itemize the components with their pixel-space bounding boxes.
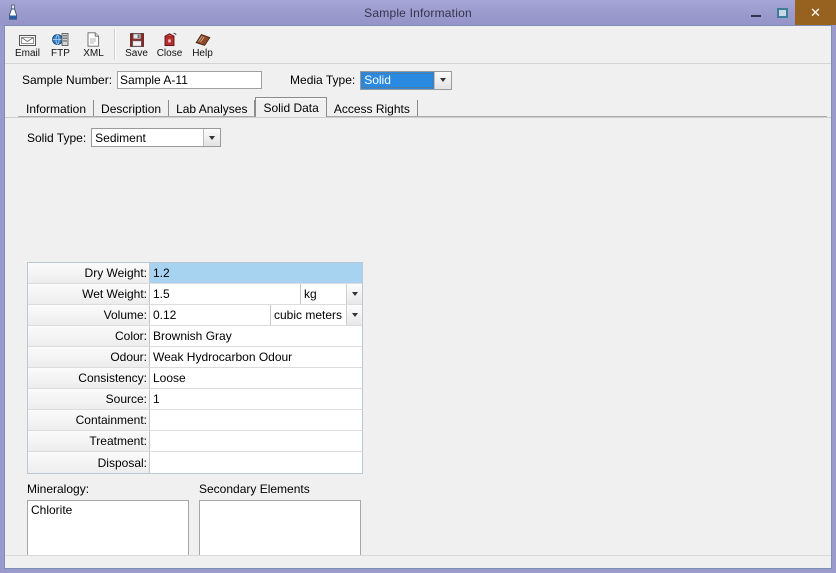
toolbar-button-save[interactable]: Save <box>120 26 153 63</box>
close-button[interactable]: ✕ <box>795 0 836 25</box>
title-bar[interactable]: Sample Information ✕ <box>0 0 836 25</box>
toolbar-label-ftp: FTP <box>51 47 70 59</box>
table-row[interactable]: Disposal: <box>28 452 362 473</box>
ftp-server-icon <box>52 31 70 47</box>
chevron-down-icon[interactable] <box>434 71 452 89</box>
application-window: Sample Information ✕ Email FTP XML Save … <box>0 0 836 573</box>
tab-label-description: Description <box>101 102 162 116</box>
chevron-down-icon[interactable] <box>346 305 362 325</box>
table-row[interactable]: Odour: Weak Hydrocarbon Odour <box>28 347 362 368</box>
secondary-elements-column: Secondary Elements <box>199 482 361 555</box>
sample-flask-icon <box>0 0 26 25</box>
help-book-icon <box>194 31 212 47</box>
toolbar-separator <box>114 29 116 60</box>
unit-value-volume: cubic meters <box>274 308 343 322</box>
xml-document-icon <box>85 31 103 47</box>
list-item[interactable]: Chlorite <box>30 503 188 518</box>
mineralogy-column: Mineralogy: Chlorite <box>27 482 189 555</box>
tab-label-access-rights: Access Rights <box>333 102 410 116</box>
row-value-consistency[interactable]: Loose <box>150 368 362 388</box>
unit-dropdown-volume[interactable]: cubic meters <box>270 305 362 325</box>
envelope-icon <box>19 31 37 47</box>
row-label-color: Color: <box>28 326 150 346</box>
lists-section: Mineralogy: Chlorite Secondary Elements <box>27 482 367 555</box>
row-label-odour: Odour: <box>28 347 150 367</box>
solid-type-label: Solid Type: <box>27 130 87 145</box>
minimize-button[interactable] <box>743 0 769 25</box>
close-door-icon <box>161 31 179 47</box>
toolbar-label-xml: XML <box>83 47 104 59</box>
toolbar-button-xml[interactable]: XML <box>77 26 110 63</box>
sample-number-label: Sample Number: <box>22 73 113 87</box>
row-label-consistency: Consistency: <box>28 368 150 388</box>
toolbar-label-save: Save <box>125 47 148 59</box>
row-value-odour[interactable]: Weak Hydrocarbon Odour <box>150 347 362 367</box>
solid-type-dropdown[interactable]: Sediment <box>91 128 222 147</box>
table-row[interactable]: Consistency: Loose <box>28 368 362 389</box>
row-label-containment: Containment: <box>28 410 150 430</box>
unit-value-wet-weight: kg <box>304 287 317 301</box>
toolbar-button-email[interactable]: Email <box>11 26 44 63</box>
row-label-disposal: Disposal: <box>28 452 150 473</box>
row-label-wet-weight: Wet Weight: <box>28 284 150 304</box>
tab-strip: Information Description Lab Analyses Sol… <box>18 97 831 118</box>
toolbar-label-close: Close <box>156 47 183 59</box>
client-area: Email FTP XML Save Close Help Sample Num… <box>4 25 832 569</box>
toolbar-button-help[interactable]: Help <box>186 26 219 63</box>
media-type-value: Solid <box>361 71 435 89</box>
table-row[interactable]: Wet Weight: 1.5 kg <box>28 284 362 305</box>
tab-underline <box>18 116 827 117</box>
row-value-color[interactable]: Brownish Gray <box>150 326 362 346</box>
solid-type-value: Sediment <box>95 130 146 145</box>
media-type-label: Media Type: <box>290 73 356 87</box>
tab-label-information: Information <box>26 102 87 116</box>
secondary-elements-label: Secondary Elements <box>199 482 310 496</box>
row-label-dry-weight: Dry Weight: <box>28 263 150 283</box>
toolbar: Email FTP XML Save Close Help <box>5 26 831 64</box>
row-value-source[interactable]: 1 <box>150 389 362 409</box>
maximize-icon <box>776 7 788 18</box>
solid-type-row: Solid Type: Sediment <box>5 118 831 147</box>
row-label-treatment: Treatment: <box>28 431 150 451</box>
secondary-elements-listbox[interactable] <box>199 500 361 555</box>
mineralogy-listbox[interactable]: Chlorite <box>27 500 189 555</box>
close-icon: ✕ <box>810 4 821 20</box>
table-row[interactable]: Treatment: <box>28 431 362 452</box>
header-fields: Sample Number: Sample A-11 Media Type: S… <box>5 67 831 93</box>
row-value-volume[interactable]: 0.12 <box>150 305 270 325</box>
tab-page-solid-data: Solid Type: Sediment Dry Weight: 1.2 Wet… <box>5 117 831 555</box>
tab-label-solid-data: Solid Data <box>263 100 319 115</box>
toolbar-label-email: Email <box>14 47 40 59</box>
toolbar-button-close[interactable]: Close <box>153 26 186 63</box>
toolbar-label-help: Help <box>192 47 213 59</box>
sample-number-input[interactable]: Sample A-11 <box>117 71 263 89</box>
row-label-source: Source: <box>28 389 150 409</box>
table-row[interactable]: Containment: <box>28 410 362 431</box>
floppy-disk-icon <box>128 31 146 47</box>
toolbar-button-ftp[interactable]: FTP <box>44 26 77 63</box>
minimize-icon <box>751 14 761 17</box>
table-row[interactable]: Dry Weight: 1.2 <box>28 263 362 284</box>
maximize-button[interactable] <box>769 0 795 25</box>
table-row[interactable]: Source: 1 <box>28 389 362 410</box>
table-row[interactable]: Color: Brownish Gray <box>28 326 362 347</box>
row-label-volume: Volume: <box>28 305 150 325</box>
status-bar <box>5 555 831 568</box>
tab-label-lab-analyses: Lab Analyses <box>176 102 248 116</box>
row-value-disposal[interactable] <box>150 452 362 473</box>
row-value-treatment[interactable] <box>150 431 362 451</box>
chevron-down-icon[interactable] <box>346 284 362 304</box>
row-value-wet-weight[interactable]: 1.5 <box>150 284 300 304</box>
mineralogy-label: Mineralogy: <box>27 482 90 496</box>
unit-dropdown-wet-weight[interactable]: kg <box>300 284 362 304</box>
window-controls: ✕ <box>743 0 836 25</box>
table-row[interactable]: Volume: 0.12 cubic meters <box>28 305 362 326</box>
row-value-containment[interactable] <box>150 410 362 430</box>
solid-properties-grid: Dry Weight: 1.2 Wet Weight: 1.5 kg Volum… <box>27 262 363 474</box>
media-type-dropdown[interactable]: Solid <box>360 70 453 90</box>
tab-solid-data[interactable]: Solid Data <box>255 97 327 117</box>
row-value-dry-weight[interactable]: 1.2 <box>150 263 362 283</box>
chevron-down-icon[interactable] <box>203 129 221 146</box>
window-title: Sample Information <box>364 5 472 20</box>
